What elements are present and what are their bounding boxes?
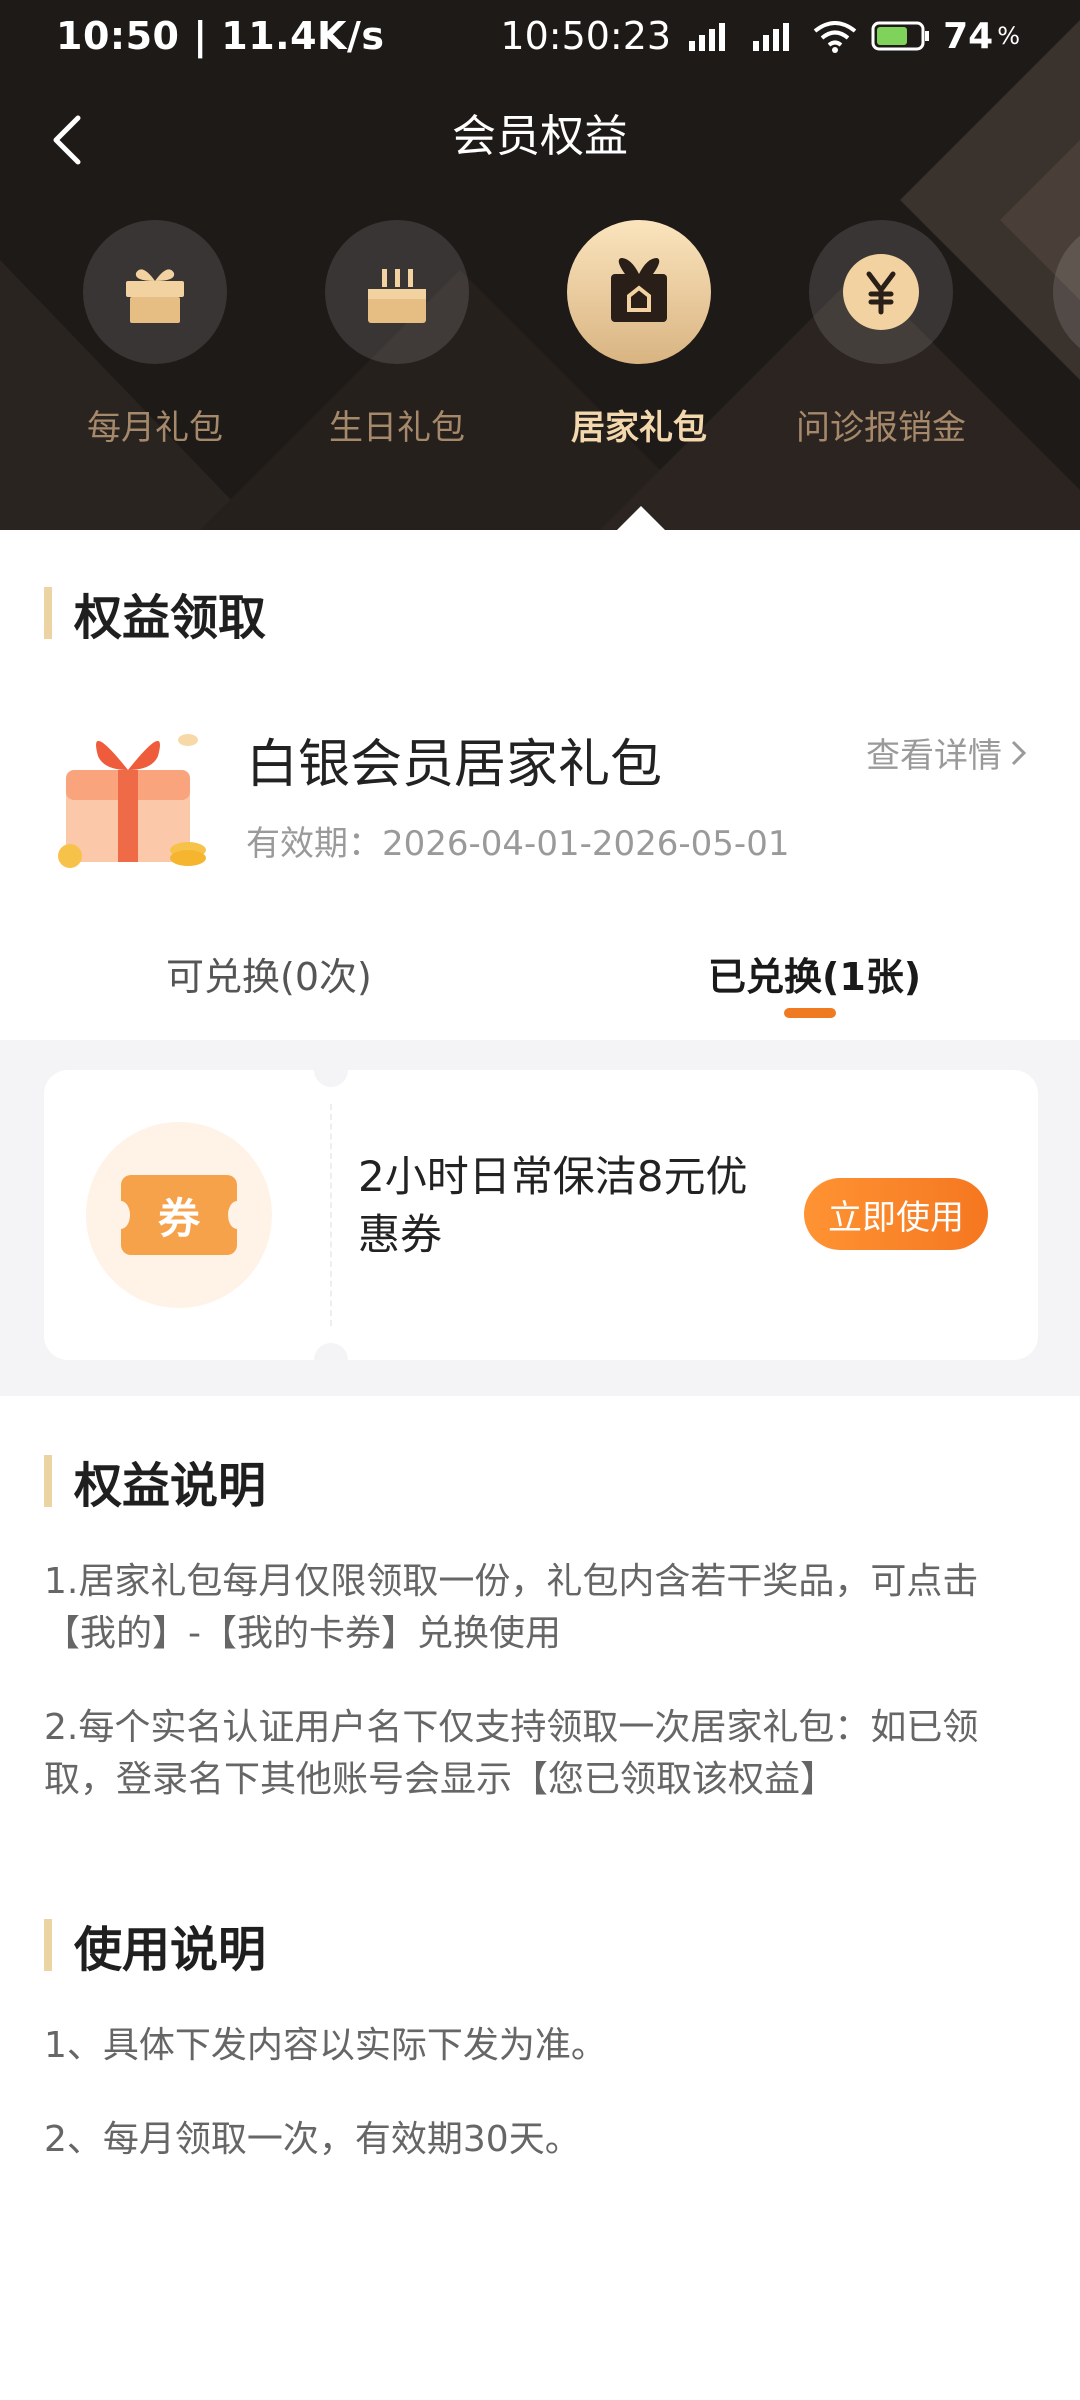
signal-icon	[753, 23, 790, 51]
battery-unit: %	[997, 22, 1020, 50]
tab-available[interactable]: 可兑换(0次)	[166, 946, 372, 1001]
status-network-speed: 10:50 | 11.4K/s	[56, 14, 385, 58]
detail-link-text: 查看详情	[866, 736, 1002, 776]
gift-package-image	[58, 734, 206, 868]
category-label: 居家礼包	[571, 408, 707, 448]
signal-icon	[689, 23, 726, 51]
category-monthly-gift[interactable]: 每月礼包	[40, 220, 270, 449]
coupon-notch	[314, 1070, 348, 1087]
section-title-text: 使用说明	[74, 1922, 267, 1978]
battery-icon	[871, 21, 930, 51]
section-title-text: 权益说明	[74, 1458, 267, 1514]
wifi-icon	[813, 21, 857, 53]
active-category-pointer	[617, 506, 665, 530]
view-detail-link[interactable]: 查看详情	[866, 728, 1030, 777]
category-label: 生日礼包	[329, 408, 465, 448]
redeem-tabs: 可兑换(0次) 已兑换(1张)	[0, 920, 1080, 1040]
usage-item-1: 1、具体下发内容以实际下发为准。	[44, 2025, 607, 2066]
title-accent-bar	[44, 1919, 52, 1971]
coupon-divider	[330, 1104, 332, 1326]
category-health-partial[interactable]: 健	[1010, 220, 1080, 449]
tab-active-indicator	[784, 1008, 836, 1018]
validity-range: 2026-04-01-2026-05-01	[382, 824, 790, 864]
validity-label: 有效期：	[246, 824, 382, 864]
page-title: 会员权益	[452, 111, 628, 162]
package-title: 白银会员居家礼包	[246, 735, 663, 795]
coupon-icon: 券	[86, 1122, 272, 1308]
usage-section-title: 使用说明	[44, 1910, 266, 1980]
home-box-icon	[567, 220, 711, 364]
category-label: 每月礼包	[87, 408, 223, 448]
title-accent-bar	[44, 587, 52, 639]
birthday-cake-icon	[325, 220, 469, 364]
category-row: 每月礼包 生日礼包 居家礼包 问诊报销金	[0, 220, 1080, 460]
ticket-icon: 券	[112, 1175, 246, 1255]
explain-item-1: 1.居家礼包每月仅限领取一份，礼包内含若干奖品，可点击【我的】-【我的卡券】兑换…	[44, 1561, 979, 1654]
category-label: 健	[1010, 400, 1080, 449]
gift-box-icon	[83, 220, 227, 364]
benefit-section-title: 权益领取	[44, 578, 266, 648]
chevron-right-icon	[1011, 740, 1027, 765]
category-home-gift[interactable]: 居家礼包	[524, 220, 754, 449]
status-bar: 10:50 | 11.4K/s 10:50:23 74%	[0, 0, 1080, 72]
category-label: 问诊报销金	[796, 408, 966, 448]
category-consult-reimburse[interactable]: 问诊报销金	[766, 220, 996, 449]
partial-icon	[1053, 220, 1080, 364]
battery-level: 74	[943, 15, 994, 57]
section-title-text: 权益领取	[74, 590, 267, 646]
yen-coin-icon	[809, 220, 953, 364]
category-birthday-gift[interactable]: 生日礼包	[282, 220, 512, 449]
coupon-name: 2小时日常保洁8元优惠券	[358, 1152, 748, 1259]
explain-section-title: 权益说明	[44, 1446, 266, 1516]
title-accent-bar	[44, 1455, 52, 1507]
header-area: 10:50 | 11.4K/s 10:50:23 74% 会员权益 每月礼包 生…	[0, 0, 1080, 530]
use-now-button[interactable]: 立即使用	[804, 1178, 988, 1250]
tab-redeemed[interactable]: 已兑换(1张)	[708, 946, 921, 1001]
package-validity: 有效期：2026-04-01-2026-05-01	[246, 816, 789, 865]
explain-item-2: 2.每个实名认证用户名下仅支持领取一次居家礼包：如已领取，登录名下其他账号会显示…	[44, 1707, 979, 1800]
status-clock: 10:50:23	[500, 14, 672, 58]
coupon-notch	[314, 1343, 348, 1360]
usage-item-2: 2、每月领取一次，有效期30天。	[44, 2119, 581, 2160]
coupon-card: 券 2小时日常保洁8元优惠券 立即使用	[44, 1070, 1038, 1360]
